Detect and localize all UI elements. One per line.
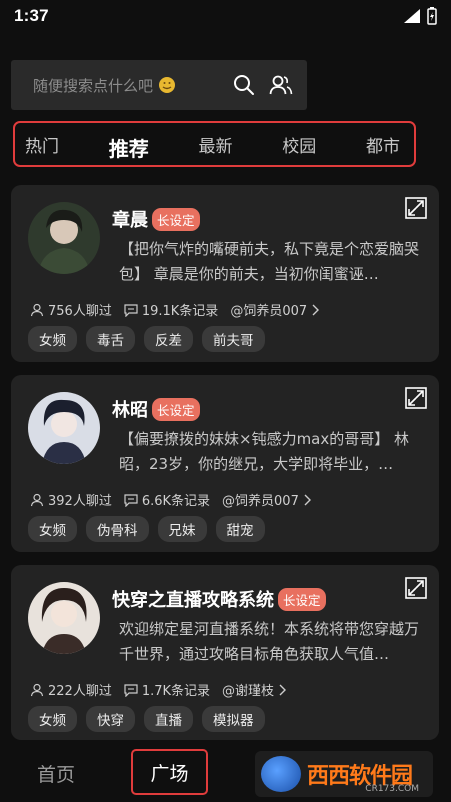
tag[interactable]: 女频 <box>28 706 77 732</box>
record-count: 1.7K条记录 <box>141 684 211 699</box>
chevron-right-icon <box>304 494 311 505</box>
tab-latest[interactable]: 最新 <box>199 132 233 157</box>
chat-count: 392人聊过 <box>48 494 112 509</box>
author-link[interactable]: @饲养员007 <box>222 490 311 509</box>
signal-icon <box>404 9 420 23</box>
search-placeholder: 随便搜索点什么吧 <box>33 76 154 95</box>
tag[interactable]: 反差 <box>144 326 193 352</box>
search-bar[interactable]: 随便搜索点什么吧 <box>11 60 307 110</box>
chat-count: 756人聊过 <box>48 304 112 319</box>
tag[interactable]: 兄妹 <box>157 516 207 542</box>
author-name: @饲养员007 <box>230 304 308 319</box>
message-icon <box>124 493 138 507</box>
author-link[interactable]: @饲养员007 <box>230 300 320 319</box>
expand-icon[interactable] <box>405 197 427 219</box>
long-setting-badge: 长设定 <box>278 587 326 611</box>
card-description: 【偏要撩拨的妹妹×钝感力max的哥哥】 林昭，23岁，你的继兄，大学即将毕业，… <box>119 430 410 473</box>
character-card[interactable]: 章晨 长设定 【把你气炸的嘴硬前夫，私下竟是个恋爱脑哭包】 章晨是你的前夫，当初… <box>11 185 439 362</box>
expand-icon[interactable] <box>405 387 427 409</box>
record-count: 6.6K条记录 <box>141 494 211 509</box>
message-icon <box>124 303 138 317</box>
card-title: 章晨 <box>112 210 148 231</box>
card-title: 快穿之直播攻略系统 <box>112 590 274 611</box>
watermark-domain: CR173.COM <box>365 784 419 794</box>
character-card[interactable]: 快穿之直播攻略系统 长设定 欢迎绑定星河直播系统！本系统将带您穿越万千世界，通过… <box>11 565 439 740</box>
tag[interactable]: 女频 <box>28 516 77 542</box>
nav-home[interactable]: 首页 <box>37 760 75 787</box>
tab-recommended[interactable]: 推荐 <box>109 133 149 162</box>
author-link[interactable]: @谢瑾枝 <box>222 680 287 699</box>
author-name: @谢瑾枝 <box>222 684 275 699</box>
chevron-right-icon <box>279 684 287 695</box>
author-name: @饲养员007 <box>222 494 299 509</box>
card-description: 【把你气炸的嘴硬前夫，私下竟是个恋爱脑哭包】 章晨是你的前夫，当初你闺蜜诬… <box>119 240 420 283</box>
search-icon[interactable] <box>233 74 255 96</box>
tab-urban[interactable]: 都市 <box>366 132 400 157</box>
avatar <box>28 392 100 464</box>
avatar <box>28 582 100 654</box>
battery-icon <box>427 7 437 25</box>
tag[interactable]: 女频 <box>28 326 77 352</box>
search-input[interactable]: 随便搜索点什么吧 <box>33 75 233 96</box>
tag[interactable]: 直播 <box>144 706 193 732</box>
tag[interactable]: 模拟器 <box>202 706 265 732</box>
watermark-logo: 西西软件园 CR173.COM <box>255 751 433 797</box>
tag[interactable]: 甜宠 <box>215 516 265 542</box>
emoji-icon <box>158 76 175 93</box>
users-icon[interactable] <box>269 74 293 96</box>
message-icon <box>124 683 138 697</box>
tag[interactable]: 伪骨科 <box>86 516 149 542</box>
user-icon <box>30 683 44 696</box>
user-icon <box>30 493 44 506</box>
tag[interactable]: 毒舌 <box>86 326 135 352</box>
long-setting-badge: 长设定 <box>152 207 200 231</box>
tab-campus[interactable]: 校园 <box>282 132 316 157</box>
card-title: 林昭 <box>112 400 148 421</box>
tag[interactable]: 快穿 <box>86 706 135 732</box>
watermark-emblem <box>261 756 301 792</box>
status-icons <box>403 7 437 25</box>
tab-hot[interactable]: 热门 <box>25 132 59 157</box>
user-icon <box>30 303 44 316</box>
long-setting-badge: 长设定 <box>152 397 200 421</box>
chat-count: 222人聊过 <box>48 684 112 699</box>
card-description: 欢迎绑定星河直播系统！本系统将带您穿越万千世界，通过攻略目标角色获取人气值… <box>119 620 420 663</box>
chevron-right-icon <box>312 304 320 315</box>
category-tabs: 热门 推荐 最新 校园 都市 <box>13 121 416 167</box>
tag[interactable]: 前夫哥 <box>202 326 265 352</box>
avatar <box>28 202 100 274</box>
status-bar: 1:37 <box>0 0 451 32</box>
status-time: 1:37 <box>14 6 49 25</box>
expand-icon[interactable] <box>405 577 427 599</box>
record-count: 19.1K条记录 <box>141 304 219 319</box>
nav-plaza[interactable]: 广场 <box>131 749 208 795</box>
character-card[interactable]: 林昭 长设定 【偏要撩拨的妹妹×钝感力max的哥哥】 林昭，23岁，你的继兄，大… <box>11 375 439 552</box>
